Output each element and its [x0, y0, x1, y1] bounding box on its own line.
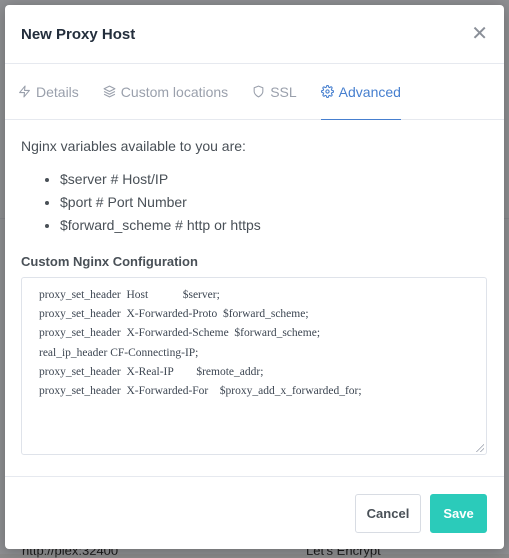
variable-item: $forward_scheme # http or https: [60, 214, 488, 237]
close-icon[interactable]: ✕: [471, 24, 488, 44]
new-proxy-host-dialog: New Proxy Host ✕ Details Custom location…: [5, 5, 504, 549]
config-line: proxy_set_header X-Forwarded-For $proxy_…: [39, 384, 362, 397]
variables-list: $server # Host/IP $port # Port Number $f…: [21, 168, 488, 237]
tab-ssl-label: SSL: [270, 83, 297, 100]
config-line: proxy_set_header X-Forwarded-Proto $forw…: [39, 308, 309, 321]
tab-advanced[interactable]: Advanced: [320, 64, 402, 120]
tab-ssl[interactable]: SSL: [252, 64, 297, 119]
advanced-panel: Nginx variables available to you are: $s…: [5, 120, 504, 455]
variable-item: $port # Port Number: [60, 191, 488, 214]
shield-icon: [253, 85, 264, 98]
modal-title: New Proxy Host: [21, 25, 136, 43]
save-button[interactable]: Save: [430, 493, 487, 533]
config-line: proxy_set_header Host $server;: [39, 289, 220, 301]
tab-custom-locations[interactable]: Custom locations: [103, 64, 228, 119]
config-label: Custom Nginx Configuration: [21, 254, 198, 269]
resize-handle[interactable]: [476, 444, 484, 452]
config-line: proxy_set_header X-Forwarded-Scheme $for…: [39, 327, 321, 340]
modal-footer: Cancel Save: [5, 476, 504, 549]
tab-details[interactable]: Details: [18, 64, 79, 119]
tab-advanced-label: Advanced: [338, 83, 401, 100]
config-line: proxy_set_header X-Real-IP $remote_addr;: [39, 365, 264, 378]
custom-nginx-config-textarea[interactable]: proxy_set_header Host $server; proxy_set…: [21, 277, 487, 455]
variables-intro: Nginx variables available to you are:: [21, 138, 246, 154]
tab-details-label: Details: [36, 83, 79, 100]
layers-icon: [103, 85, 116, 98]
gear-icon: [320, 85, 334, 98]
tab-bar: Details Custom locations SSL Advanced: [5, 64, 504, 120]
tab-custom-locations-label: Custom locations: [120, 83, 229, 100]
variable-item: $server # Host/IP: [60, 168, 488, 191]
cancel-button[interactable]: Cancel: [355, 493, 421, 533]
config-line: real_ip_header CF-Connecting-IP;: [39, 346, 199, 359]
lightning-icon: [19, 85, 30, 98]
modal-header: New Proxy Host ✕: [5, 5, 504, 64]
